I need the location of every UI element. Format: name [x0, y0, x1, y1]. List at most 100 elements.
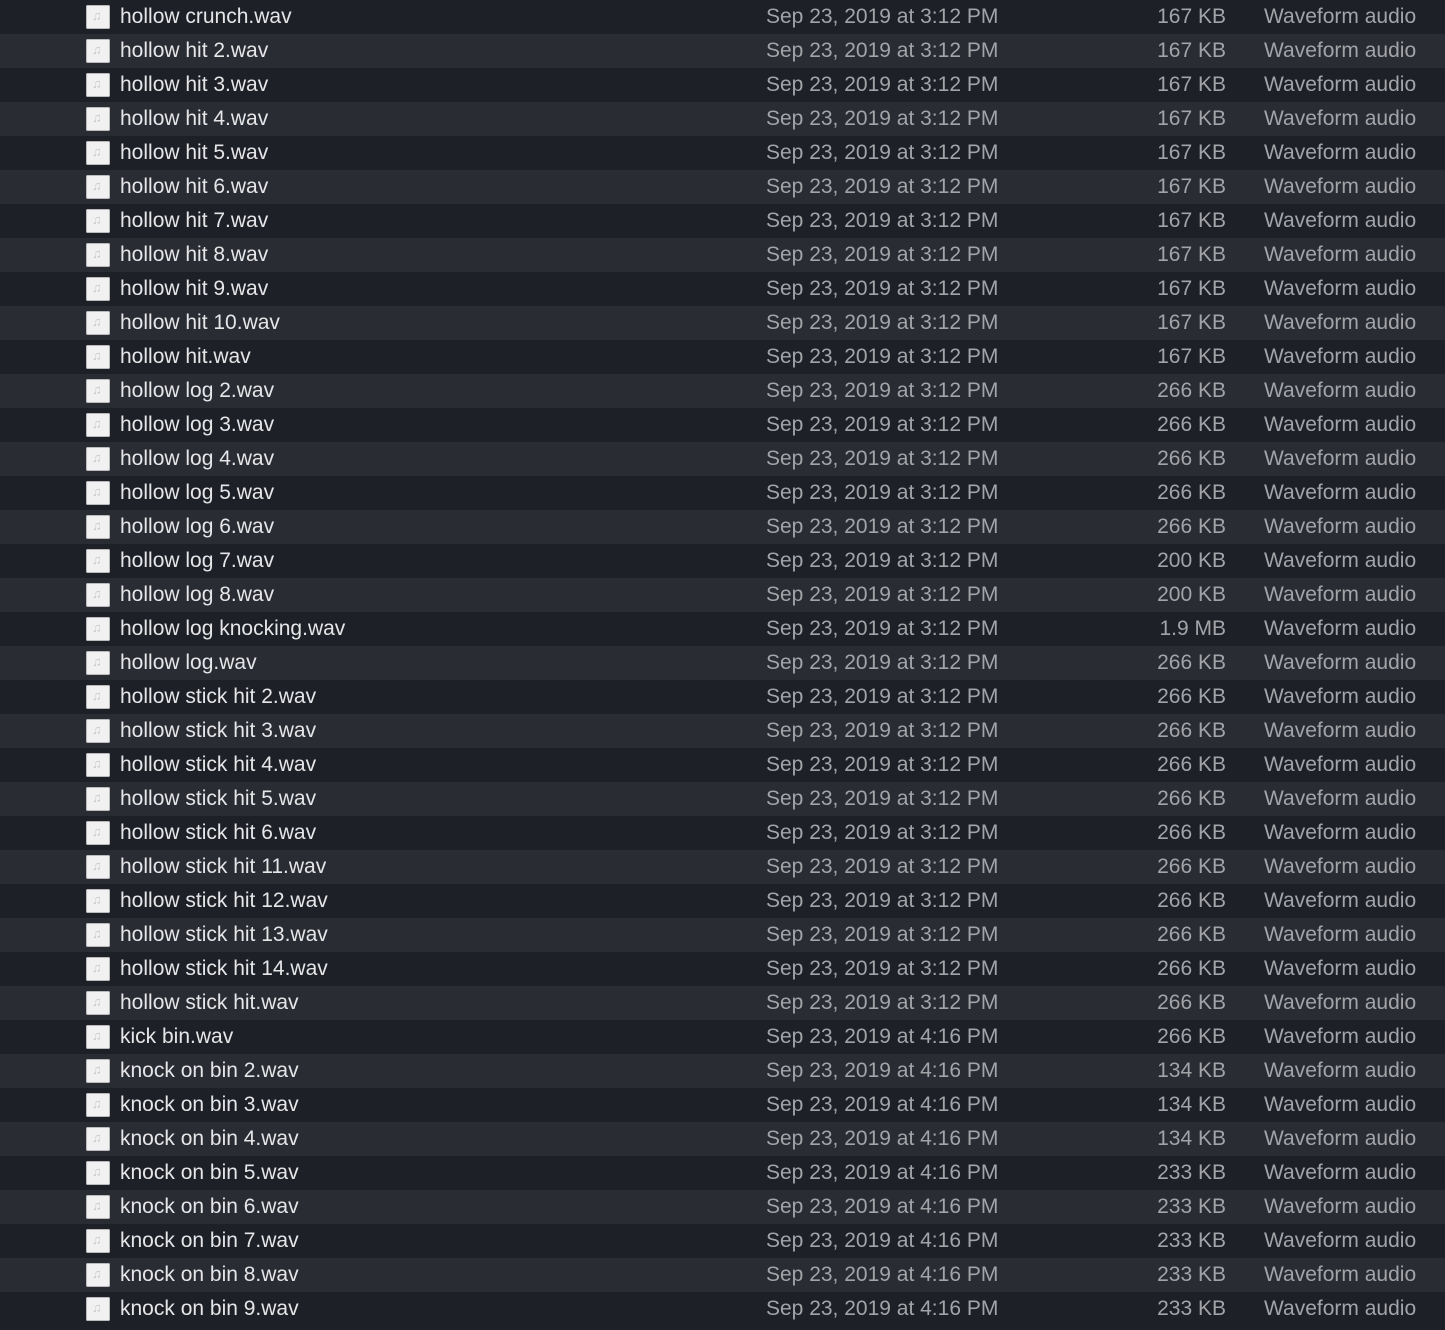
file-name: knock on bin 2.wav — [120, 1059, 299, 1082]
file-row[interactable]: knock on bin 3.wav Sep 23, 2019 at 4:16 P… — [0, 1088, 1445, 1122]
file-row[interactable]: hollow hit 6.wav Sep 23, 2019 at 3:12 PM 1… — [0, 170, 1445, 204]
file-size: 266 KB — [1157, 821, 1226, 844]
file-size: 167 KB — [1157, 141, 1226, 164]
file-row[interactable]: hollow stick hit 5.wav Sep 23, 2019 at 3:… — [0, 782, 1445, 816]
file-date-modified: Sep 23, 2019 at 4:16 PM — [766, 1025, 999, 1048]
file-size: 266 KB — [1157, 481, 1226, 504]
file-size: 266 KB — [1157, 753, 1226, 776]
file-date-modified: Sep 23, 2019 at 3:12 PM — [766, 107, 999, 130]
file-kind: Waveform audio — [1264, 379, 1417, 402]
file-name: knock on bin 4.wav — [120, 1127, 299, 1150]
file-kind: Waveform audio — [1264, 243, 1417, 266]
audio-file-icon — [86, 787, 110, 811]
audio-file-icon — [86, 549, 110, 573]
file-size: 233 KB — [1157, 1161, 1226, 1184]
file-row[interactable]: hollow log knocking.wav Sep 23, 2019 at 3… — [0, 612, 1445, 646]
file-name: hollow log 7.wav — [120, 549, 275, 572]
audio-file-icon — [86, 73, 110, 97]
file-row[interactable]: knock on bin 8.wav Sep 23, 2019 at 4:16 P… — [0, 1258, 1445, 1292]
file-row[interactable]: hollow hit 5.wav Sep 23, 2019 at 3:12 PM 1… — [0, 136, 1445, 170]
file-row[interactable]: hollow hit 7.wav Sep 23, 2019 at 3:12 PM 1… — [0, 204, 1445, 238]
file-row[interactable]: hollow stick hit 12.wav Sep 23, 2019 at 3… — [0, 884, 1445, 918]
audio-file-icon — [86, 243, 110, 267]
audio-file-icon — [86, 1161, 110, 1185]
file-name: knock on bin 5.wav — [120, 1161, 299, 1184]
file-date-modified: Sep 23, 2019 at 3:12 PM — [766, 651, 999, 674]
file-row[interactable]: hollow hit 3.wav Sep 23, 2019 at 3:12 PM 1… — [0, 68, 1445, 102]
file-row[interactable]: hollow hit 8.wav Sep 23, 2019 at 3:12 PM 1… — [0, 238, 1445, 272]
file-row[interactable]: hollow crunch.wav Sep 23, 2019 at 3:12 PM… — [0, 0, 1445, 34]
file-name: hollow stick hit 6.wav — [120, 821, 317, 844]
file-name: hollow stick hit 11.wav — [120, 855, 327, 878]
file-size: 167 KB — [1157, 5, 1226, 28]
file-kind: Waveform audio — [1264, 1229, 1417, 1252]
file-row[interactable]: hollow log 8.wav Sep 23, 2019 at 3:12 PM 2… — [0, 578, 1445, 612]
file-row[interactable]: knock on bin 7.wav Sep 23, 2019 at 4:16 P… — [0, 1224, 1445, 1258]
file-name: hollow stick hit 2.wav — [120, 685, 317, 708]
file-row[interactable]: hollow log 2.wav Sep 23, 2019 at 3:12 PM 2… — [0, 374, 1445, 408]
audio-file-icon — [86, 617, 110, 641]
file-row[interactable]: hollow hit 2.wav Sep 23, 2019 at 3:12 PM 1… — [0, 34, 1445, 68]
file-row[interactable]: hollow hit.wav Sep 23, 2019 at 3:12 PM 167… — [0, 340, 1445, 374]
file-row[interactable]: knock on bin 9.wav Sep 23, 2019 at 4:16 P… — [0, 1292, 1445, 1326]
file-kind: Waveform audio — [1264, 1161, 1417, 1184]
file-date-modified: Sep 23, 2019 at 3:12 PM — [766, 209, 999, 232]
file-kind: Waveform audio — [1264, 549, 1417, 572]
file-row[interactable]: hollow log.wav Sep 23, 2019 at 3:12 PM 266… — [0, 646, 1445, 680]
file-name: hollow log 3.wav — [120, 413, 275, 436]
file-row[interactable]: hollow hit 4.wav Sep 23, 2019 at 3:12 PM 1… — [0, 102, 1445, 136]
file-row[interactable]: hollow log 3.wav Sep 23, 2019 at 3:12 PM 2… — [0, 408, 1445, 442]
file-name: hollow log 5.wav — [120, 481, 275, 504]
file-name: hollow hit 7.wav — [120, 209, 269, 232]
file-date-modified: Sep 23, 2019 at 3:12 PM — [766, 5, 999, 28]
file-kind: Waveform audio — [1264, 481, 1417, 504]
file-kind: Waveform audio — [1264, 413, 1417, 436]
audio-file-icon — [86, 923, 110, 947]
audio-file-icon — [86, 141, 110, 165]
file-row[interactable]: kick bin.wav Sep 23, 2019 at 4:16 PM 266 K… — [0, 1020, 1445, 1054]
file-row[interactable]: hollow log 6.wav Sep 23, 2019 at 3:12 PM 2… — [0, 510, 1445, 544]
file-date-modified: Sep 23, 2019 at 3:12 PM — [766, 39, 999, 62]
audio-file-icon — [86, 1127, 110, 1151]
file-row[interactable]: hollow stick hit 14.wav Sep 23, 2019 at 3… — [0, 952, 1445, 986]
file-name: hollow stick hit 5.wav — [120, 787, 317, 810]
file-date-modified: Sep 23, 2019 at 4:16 PM — [766, 1093, 999, 1116]
audio-file-icon — [86, 651, 110, 675]
file-row[interactable]: hollow stick hit 2.wav Sep 23, 2019 at 3:… — [0, 680, 1445, 714]
file-row[interactable]: hollow stick hit 4.wav Sep 23, 2019 at 3:… — [0, 748, 1445, 782]
file-kind: Waveform audio — [1264, 345, 1417, 368]
audio-file-icon — [86, 1195, 110, 1219]
audio-file-icon — [86, 991, 110, 1015]
file-name: knock on bin 6.wav — [120, 1195, 299, 1218]
file-row[interactable]: hollow log 4.wav Sep 23, 2019 at 3:12 PM 2… — [0, 442, 1445, 476]
audio-file-icon — [86, 1093, 110, 1117]
file-row[interactable]: hollow log 7.wav Sep 23, 2019 at 3:12 PM 2… — [0, 544, 1445, 578]
file-row[interactable]: knock on bin 4.wav Sep 23, 2019 at 4:16 P… — [0, 1122, 1445, 1156]
file-row[interactable]: knock on bin 5.wav Sep 23, 2019 at 4:16 P… — [0, 1156, 1445, 1190]
file-name: hollow log 8.wav — [120, 583, 275, 606]
file-row[interactable]: knock on bin 2.wav Sep 23, 2019 at 4:16 P… — [0, 1054, 1445, 1088]
file-row[interactable]: hollow stick hit.wav Sep 23, 2019 at 3:12… — [0, 986, 1445, 1020]
file-date-modified: Sep 23, 2019 at 4:16 PM — [766, 1161, 999, 1184]
file-size: 134 KB — [1157, 1059, 1226, 1082]
file-row[interactable]: hollow hit 10.wav Sep 23, 2019 at 3:12 PM… — [0, 306, 1445, 340]
file-row[interactable]: hollow log 5.wav Sep 23, 2019 at 3:12 PM 2… — [0, 476, 1445, 510]
file-row[interactable]: hollow stick hit 3.wav Sep 23, 2019 at 3:… — [0, 714, 1445, 748]
file-row[interactable]: hollow stick hit 6.wav Sep 23, 2019 at 3:… — [0, 816, 1445, 850]
file-row[interactable]: hollow stick hit 13.wav Sep 23, 2019 at 3… — [0, 918, 1445, 952]
file-date-modified: Sep 23, 2019 at 3:12 PM — [766, 719, 999, 742]
file-kind: Waveform audio — [1264, 1127, 1417, 1150]
file-date-modified: Sep 23, 2019 at 3:12 PM — [766, 481, 999, 504]
file-row[interactable]: hollow stick hit 11.wav Sep 23, 2019 at 3… — [0, 850, 1445, 884]
file-name: hollow stick hit 13.wav — [120, 923, 328, 946]
file-size: 167 KB — [1157, 345, 1226, 368]
file-row[interactable]: knock on bin 6.wav Sep 23, 2019 at 4:16 P… — [0, 1190, 1445, 1224]
file-size: 167 KB — [1157, 277, 1226, 300]
file-row[interactable]: hollow hit 9.wav Sep 23, 2019 at 3:12 PM 1… — [0, 272, 1445, 306]
file-name: hollow stick hit 12.wav — [120, 889, 328, 912]
file-kind: Waveform audio — [1264, 923, 1417, 946]
file-date-modified: Sep 23, 2019 at 3:12 PM — [766, 821, 999, 844]
file-date-modified: Sep 23, 2019 at 3:12 PM — [766, 73, 999, 96]
file-date-modified: Sep 23, 2019 at 3:12 PM — [766, 447, 999, 470]
file-kind: Waveform audio — [1264, 39, 1417, 62]
